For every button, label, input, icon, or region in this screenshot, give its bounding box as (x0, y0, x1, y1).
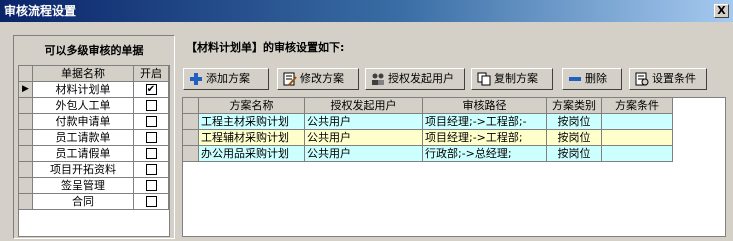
enabled-checkbox[interactable] (145, 99, 157, 111)
window-title: 审核流程设置 (4, 4, 77, 18)
row-indicator (19, 162, 33, 178)
scheme-heading: 【材料计划单】的审核设置如下: (186, 41, 345, 54)
scheme-row[interactable]: 工程主材采购计划 公共用户 项目经理;->工程部;- 按岗位 (183, 114, 725, 130)
document-grid-header: 单据名称 开启 (19, 66, 169, 82)
document-name[interactable]: 员工请款单 (33, 130, 134, 146)
authorize-users-label: 授权发起用户 (388, 72, 454, 85)
row-indicator (19, 98, 33, 114)
current-row-marker: ▶ (19, 82, 33, 98)
scheme-category-cell[interactable]: 按岗位 (547, 114, 602, 130)
add-scheme-label: 添加方案 (206, 72, 250, 85)
document-name[interactable]: 外包人工单 (33, 98, 134, 114)
row-indicator (19, 178, 33, 194)
scheme-row[interactable]: 工程辅材采购计划 公共用户 项目经理;->工程部; 按岗位 (183, 130, 725, 146)
audit-path-cell[interactable]: 行政部;->总经理; (423, 146, 547, 162)
scheme-row[interactable]: 办公用品采购计划 公共用户 行政部;->总经理; 按岗位 (183, 146, 725, 162)
column-header-audit-path[interactable]: 审核路径 (423, 98, 547, 114)
column-header-name[interactable]: 单据名称 (33, 66, 134, 82)
column-header-scheme-category[interactable]: 方案类别 (547, 98, 602, 114)
scheme-condition-cell[interactable] (602, 114, 673, 130)
authorize-users-button[interactable]: 授权发起用户 (365, 68, 465, 90)
document-name[interactable]: 项目开拓资料 (33, 162, 134, 178)
copy-icon (477, 72, 491, 86)
audit-path-cell[interactable]: 项目经理;->工程部;- (423, 114, 547, 130)
document-row[interactable]: 项目开拓资料 (19, 162, 169, 178)
document-row[interactable]: 外包人工单 (19, 98, 169, 114)
scheme-condition-cell[interactable] (602, 130, 673, 146)
column-header-enabled[interactable]: 开启 (134, 66, 169, 82)
document-row[interactable]: ▶ 材料计划单 ✔ (19, 82, 169, 98)
document-list-panel: 可以多级审核的单据 单据名称 开启 ▶ 材料计划单 ✔ 外包人工单 付款申请单 … (13, 35, 175, 239)
row-indicator (19, 194, 33, 210)
document-name[interactable]: 员工请假单 (33, 146, 134, 162)
enabled-checkbox[interactable]: ✔ (145, 83, 157, 95)
enabled-checkbox[interactable] (145, 115, 157, 127)
plus-icon (190, 73, 202, 85)
document-name[interactable]: 付款申请单 (33, 114, 134, 130)
row-indicator (183, 114, 199, 130)
scheme-category-cell[interactable]: 按岗位 (547, 146, 602, 162)
enabled-checkbox[interactable] (145, 147, 157, 159)
scheme-name-cell[interactable]: 工程主材采购计划 (199, 114, 305, 130)
scheme-grid: 方案名称 授权发起用户 审核路径 方案类别 方案条件 工程主材采购计划 公共用户… (182, 97, 726, 237)
enabled-cell[interactable] (134, 114, 169, 130)
enabled-cell[interactable]: ✔ (134, 82, 169, 98)
authorize-users-icon (372, 73, 384, 85)
authorized-user-cell[interactable]: 公共用户 (305, 130, 423, 146)
row-indicator (19, 130, 33, 146)
column-header-authorized-user[interactable]: 授权发起用户 (305, 98, 423, 114)
document-name[interactable]: 签呈管理 (33, 178, 134, 194)
enabled-checkbox[interactable] (145, 131, 157, 143)
add-scheme-button[interactable]: 添加方案 (183, 68, 269, 90)
enabled-cell[interactable] (134, 146, 169, 162)
scheme-grid-header: 方案名称 授权发起用户 审核路径 方案类别 方案条件 (183, 98, 725, 114)
conditions-icon (635, 72, 649, 86)
enabled-checkbox[interactable] (145, 179, 157, 191)
copy-scheme-label: 复制方案 (494, 72, 538, 85)
delete-scheme-button[interactable]: 删除 (562, 68, 622, 90)
delete-scheme-label: 删除 (585, 72, 607, 85)
row-indicator-header (183, 98, 199, 114)
enabled-cell[interactable] (134, 98, 169, 114)
edit-scheme-button[interactable]: 修改方案 (277, 68, 359, 90)
document-row[interactable]: 员工请假单 (19, 146, 169, 162)
authorized-user-cell[interactable]: 公共用户 (305, 114, 423, 130)
title-bar: 审核流程设置 X (0, 0, 733, 22)
edit-scheme-label: 修改方案 (300, 72, 344, 85)
row-indicator-header (19, 66, 33, 82)
document-row[interactable]: 合同 (19, 194, 169, 210)
scheme-condition-cell[interactable] (602, 146, 673, 162)
copy-scheme-button[interactable]: 复制方案 (471, 68, 553, 90)
scheme-category-cell[interactable]: 按岗位 (547, 130, 602, 146)
document-row[interactable]: 签呈管理 (19, 178, 169, 194)
close-button[interactable]: X (714, 4, 729, 18)
document-name[interactable]: 材料计划单 (33, 82, 134, 98)
enabled-checkbox[interactable] (145, 195, 157, 207)
document-row[interactable]: 付款申请单 (19, 114, 169, 130)
set-conditions-label: 设置条件 (652, 72, 696, 85)
scheme-name-cell[interactable]: 工程辅材采购计划 (199, 130, 305, 146)
document-row[interactable]: 员工请款单 (19, 130, 169, 146)
audit-path-cell[interactable]: 项目经理;->工程部; (423, 130, 547, 146)
enabled-checkbox[interactable] (145, 163, 157, 175)
column-header-scheme-name[interactable]: 方案名称 (199, 98, 305, 114)
row-indicator (19, 114, 33, 130)
authorized-user-cell[interactable]: 公共用户 (305, 146, 423, 162)
set-conditions-button[interactable]: 设置条件 (629, 68, 707, 90)
edit-document-icon (283, 72, 297, 86)
enabled-cell[interactable] (134, 194, 169, 210)
enabled-cell[interactable] (134, 178, 169, 194)
row-indicator (183, 146, 199, 162)
scheme-name-cell[interactable]: 办公用品采购计划 (199, 146, 305, 162)
row-indicator (19, 146, 33, 162)
enabled-cell[interactable] (134, 130, 169, 146)
document-grid: 单据名称 开启 ▶ 材料计划单 ✔ 外包人工单 付款申请单 员工请款单 员工请假… (18, 65, 170, 237)
row-indicator (183, 130, 199, 146)
document-name[interactable]: 合同 (33, 194, 134, 210)
column-header-scheme-condition[interactable]: 方案条件 (602, 98, 673, 114)
minus-icon (569, 77, 581, 81)
document-list-title: 可以多级审核的单据 (44, 44, 144, 57)
enabled-cell[interactable] (134, 162, 169, 178)
